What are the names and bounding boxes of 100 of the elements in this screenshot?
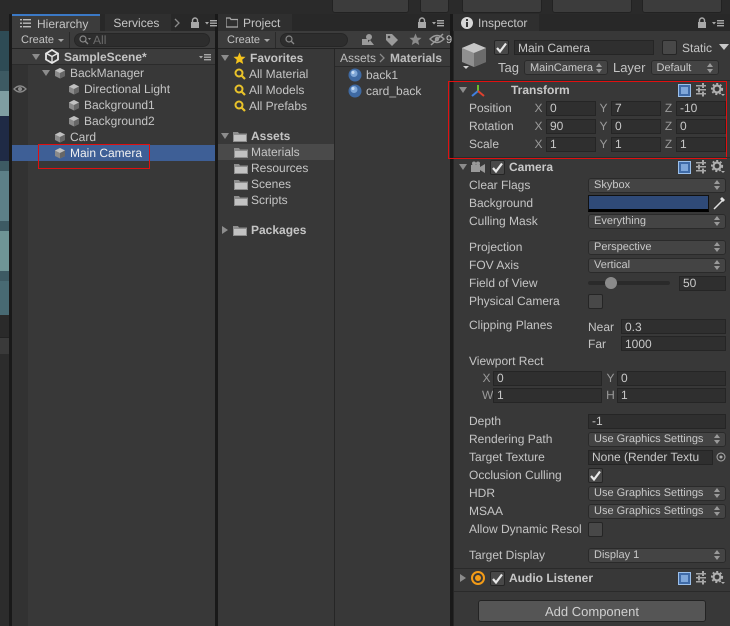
input-field[interactable]: 1	[617, 388, 726, 402]
caret-icon[interactable]	[42, 69, 50, 77]
chevron-icon[interactable]	[174, 18, 180, 28]
input-field[interactable]: 0	[493, 370, 602, 386]
panel-tab[interactable]: Inspector	[453, 14, 540, 31]
input-field[interactable]: 0	[676, 118, 726, 134]
tree-item[interactable]: All Prefabs	[218, 98, 334, 114]
tree-item[interactable]: Scripts	[218, 192, 334, 208]
breadcrumb-link[interactable]: Assets	[340, 50, 376, 64]
input-field[interactable]: 1	[676, 136, 726, 152]
caret-icon[interactable]	[459, 163, 467, 171]
menu-icon[interactable]	[432, 18, 444, 28]
breadcrumb-link[interactable]: Materials	[390, 50, 442, 64]
help-icon[interactable]	[678, 572, 691, 584]
input-field[interactable]: None (Render Textu	[588, 450, 713, 464]
hierarchy-item[interactable]: BackManager	[12, 65, 215, 81]
gear-icon[interactable]	[711, 83, 726, 97]
input-field[interactable]: -10	[676, 100, 726, 116]
asset-item[interactable]: card_back	[335, 83, 450, 99]
panel-tab[interactable]: Project	[218, 14, 292, 31]
dropdown[interactable]: Vertical	[588, 258, 726, 272]
hidden-toggle[interactable]: 9	[429, 33, 452, 46]
help-icon[interactable]	[678, 160, 691, 174]
dropdown[interactable]: Everything	[588, 214, 726, 228]
create-button[interactable]: Create	[16, 32, 70, 48]
caret-icon[interactable]	[32, 52, 40, 60]
hierarchy-item[interactable]: Main Camera	[12, 145, 215, 161]
checkbox[interactable]	[490, 570, 505, 586]
dropdown[interactable]: Use Graphics Settings	[588, 486, 726, 500]
component-title[interactable]: Transform	[511, 83, 570, 97]
dropdown[interactable]: Display 1	[588, 548, 726, 562]
caret-icon[interactable]	[719, 44, 730, 51]
help-icon[interactable]	[678, 84, 691, 96]
input-field[interactable]: 0	[546, 100, 596, 116]
input-field[interactable]: Main Camera	[514, 40, 654, 55]
gear-icon[interactable]	[711, 571, 726, 585]
eyedropper-icon[interactable]	[712, 196, 726, 210]
dropdown[interactable]: MainCamera	[524, 60, 608, 75]
checkbox[interactable]	[494, 40, 509, 55]
asset-item[interactable]: back1	[335, 67, 450, 83]
tag-icon[interactable]	[385, 32, 400, 46]
menu-icon[interactable]	[205, 18, 218, 28]
input-field[interactable]: 0	[617, 370, 726, 386]
lock-icon[interactable]	[417, 16, 427, 28]
lock-icon[interactable]	[697, 16, 707, 28]
search-field[interactable]	[280, 32, 348, 46]
scene-item[interactable]: SampleScene*	[12, 49, 215, 65]
tree-item[interactable]: Resources	[218, 160, 334, 176]
component-title[interactable]: Audio Listener	[509, 571, 594, 585]
add-component-button[interactable]: Add Component	[478, 600, 706, 622]
eye-icon[interactable]	[13, 84, 27, 94]
input-field[interactable]: 50	[679, 276, 726, 290]
target-icon[interactable]	[716, 452, 726, 462]
input-field[interactable]: 1	[611, 136, 661, 152]
dropdown[interactable]: Default	[650, 60, 718, 75]
input-field[interactable]: 7	[611, 100, 661, 116]
sliders-icon[interactable]	[695, 160, 707, 174]
caret-icon[interactable]	[221, 132, 229, 140]
hierarchy-item[interactable]: Directional Light	[12, 81, 215, 97]
panel-tab[interactable]: Hierarchy	[12, 14, 100, 31]
checkbox[interactable]	[588, 468, 603, 482]
hierarchy-item[interactable]: Card	[12, 129, 215, 145]
caret-icon[interactable]	[459, 574, 467, 582]
hierarchy-item[interactable]: Background2	[12, 113, 215, 129]
tree-item[interactable]: Materials	[218, 144, 334, 160]
sliders-icon[interactable]	[695, 571, 707, 585]
checkbox[interactable]	[588, 522, 603, 536]
slider-thumb[interactable]	[604, 277, 617, 289]
tree-item[interactable]: Scenes	[218, 176, 334, 192]
input-field[interactable]: 1000	[621, 336, 726, 351]
tree-item[interactable]: All Models	[218, 82, 334, 98]
input-field[interactable]: 0.3	[621, 319, 726, 334]
input-field[interactable]: 90	[546, 118, 596, 134]
gear-icon[interactable]	[711, 160, 726, 174]
checkbox[interactable]	[588, 294, 603, 308]
dropdown[interactable]: Use Graphics Settings	[588, 432, 726, 446]
caret-icon[interactable]	[459, 86, 467, 94]
dropdown[interactable]: Skybox	[588, 178, 726, 192]
sliders-icon[interactable]	[695, 83, 707, 97]
dropdown[interactable]: Perspective	[588, 240, 726, 254]
tree-item[interactable]: Assets	[218, 128, 334, 144]
hierarchy-item[interactable]: Background1	[12, 97, 215, 113]
checkbox[interactable]	[662, 40, 677, 55]
checkbox[interactable]	[490, 160, 505, 174]
dropdown[interactable]: Use Graphics Settings	[588, 504, 726, 518]
caret-icon[interactable]	[221, 226, 229, 234]
input-field[interactable]: 1	[493, 388, 602, 402]
input-field[interactable]: 1	[546, 136, 596, 152]
star-icon[interactable]	[409, 33, 422, 46]
menu-icon[interactable]	[199, 52, 211, 62]
panel-tab[interactable]: Services	[105, 14, 172, 31]
tree-item[interactable]: Favorites	[218, 50, 334, 66]
tree-item[interactable]: Packages	[218, 222, 334, 238]
component-title[interactable]: Camera	[509, 160, 554, 174]
menu-icon[interactable]	[712, 18, 724, 28]
input-field[interactable]: -1	[588, 414, 726, 428]
color-swatch[interactable]	[588, 194, 709, 212]
tree-item[interactable]: All Material	[218, 66, 334, 82]
lock-icon[interactable]	[190, 16, 200, 28]
caret-icon[interactable]	[221, 54, 229, 62]
